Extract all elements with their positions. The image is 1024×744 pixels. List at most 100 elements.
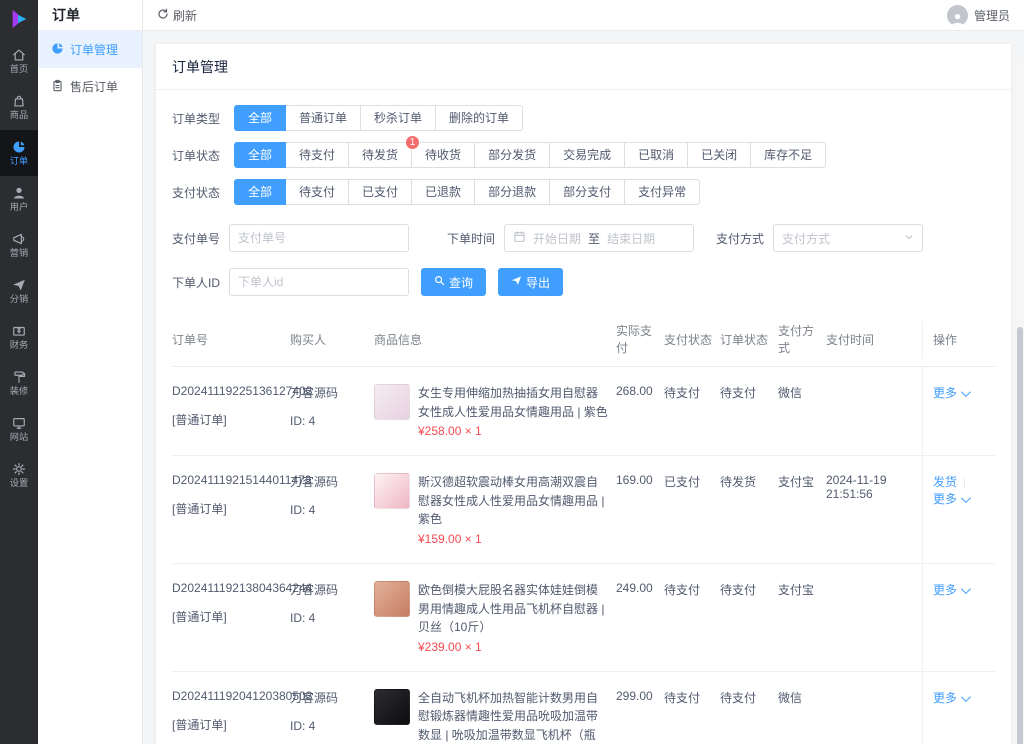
pay-time <box>826 367 922 455</box>
action-更多-link[interactable]: 更多 <box>933 583 971 597</box>
filter-option-部分退款[interactable]: 部分退款 <box>474 179 551 205</box>
app-logo[interactable] <box>0 0 38 38</box>
filter-option-已取消[interactable]: 已取消 <box>624 142 689 168</box>
filter-option-全部[interactable]: 全部 <box>234 179 287 205</box>
filter-section: 订单类型 全部 普通订单 秒杀订单 删除的订单 订单状态 全部 待支付 待发货 1 待收货 部分发货交… <box>156 90 1011 218</box>
sidebar-item-用户[interactable]: 用户 <box>0 176 38 222</box>
sidebar-item-首页[interactable]: 首页 <box>0 38 38 84</box>
filter-option-待收货[interactable]: 待收货 <box>411 142 476 168</box>
filter-option-已支付[interactable]: 已支付 <box>348 179 413 205</box>
action-发货-link[interactable]: 发货 <box>933 475 957 489</box>
home-icon <box>12 48 26 62</box>
order-type-tag: [普通订单] <box>172 413 227 427</box>
filter-option-已关闭[interactable]: 已关闭 <box>687 142 752 168</box>
chevron-down-icon <box>960 493 971 504</box>
filter-label: 订单类型 <box>172 111 221 126</box>
sidebar-item-网站[interactable]: 网站 <box>0 406 38 452</box>
filter-row: 订单类型 全部 普通订单 秒杀订单 删除的订单 <box>172 105 995 131</box>
filter-row: 订单状态 全部 待支付 待发货 1 待收货 部分发货 交易完成 已取消 已关闭 库存不足 <box>172 135 995 168</box>
submenu-item-订单管理[interactable]: 订单管理 <box>38 31 142 68</box>
filter-option-已退款[interactable]: 已退款 <box>411 179 476 205</box>
order-type-tag: [普通订单] <box>172 609 227 624</box>
row-actions: 更多 <box>922 563 995 671</box>
filter-option-部分发货[interactable]: 部分发货 <box>474 142 551 168</box>
scrollbar-thumb[interactable] <box>1017 327 1023 744</box>
sidebar-item-label: 用户 <box>9 201 29 213</box>
sidebar-item-label: 营销 <box>9 247 29 259</box>
order-manage-card: 订单管理 订单类型 全部 普通订单 秒杀订单 删除的订单 订单状态 全部 待支付 待发货 1 待收货… <box>155 43 1012 744</box>
pay-method: 微信 <box>778 386 803 400</box>
export-button[interactable]: 导出 <box>498 268 564 296</box>
search-row-2: 下单人ID 查询 <box>172 268 995 296</box>
pay-method-select[interactable]: 支付方式 <box>773 224 924 252</box>
sidebar-item-label: 财务 <box>9 339 29 351</box>
product-info: 女生专用伸缩加热抽插女用自慰器女性成人性爱用品女情趣用品 | 紫色 ¥258.00… <box>374 384 608 438</box>
product-price-qty: ¥258.00 × 1 <box>418 424 482 439</box>
submenu-item-售后订单[interactable]: 售后订单 <box>38 68 142 105</box>
logo-icon <box>12 9 27 29</box>
product-title: 欧色倒模大屁股名器实体娃娃倒模男用情趣成人性用品飞机杯自慰器 | 贝丝（10斤） <box>418 582 605 635</box>
pay-no-input[interactable] <box>229 224 410 252</box>
filter-option-秒杀订单[interactable]: 秒杀订单 <box>360 105 437 131</box>
sidebar-item-label: 商品 <box>9 109 29 121</box>
order-time-range-picker[interactable]: 开始日期 至 结束日期 <box>504 224 695 252</box>
product-title: 全自动飞机杯加热智能计数男用自慰锻炼器情趣性爱用品吮吸加温带数显 | 吮吸加温带… <box>418 690 599 742</box>
buyer-name: 刀客源码 <box>290 582 339 597</box>
filter-option-全部[interactable]: 全部 <box>234 142 287 168</box>
column-header-商品信息: 商品信息 <box>374 332 423 347</box>
goods-icon <box>12 94 26 108</box>
window-scrollbar[interactable] <box>1016 62 1024 744</box>
action-更多-link[interactable]: 更多 <box>933 691 971 705</box>
order-no: D20241119215144011473 <box>172 473 312 488</box>
query-button[interactable]: 查询 <box>421 268 487 296</box>
aftersale-icon <box>51 79 64 95</box>
filter-option-删除的订单[interactable]: 删除的订单 <box>435 105 524 131</box>
filter-option-库存不足[interactable]: 库存不足 <box>750 142 827 168</box>
sidebar-item-label: 网站 <box>9 431 29 443</box>
search-icon <box>434 275 445 289</box>
buyer-id: ID: 4 <box>290 503 316 518</box>
pay-time: 2024-11-19 21:51:56 <box>826 473 887 502</box>
buyer-id: ID: 4 <box>290 414 316 428</box>
column-header-操作: 操作 <box>922 320 995 358</box>
filter-option-待支付[interactable]: 待支付 <box>285 142 350 168</box>
filter-option-普通订单[interactable]: 普通订单 <box>285 105 362 131</box>
actual-pay: 299.00 <box>616 688 653 703</box>
product-title: 斯汉德超软震动棒女用高潮双震自慰器女性成人性爱用品女情趣用品 | 紫色 <box>418 475 605 527</box>
refresh-icon <box>157 8 169 23</box>
order-row: D20241119225136127403 [普通订单] 刀客源码 ID: 4 女生专用… <box>172 367 995 457</box>
sidebar-item-商品[interactable]: 商品 <box>0 84 38 130</box>
product-thumbnail <box>374 473 410 510</box>
filter-option-支付异常[interactable]: 支付异常 <box>624 179 701 205</box>
filter-row: 支付状态 全部 待支付 已支付 已退款 部分退款 部分支付 支付异常 <box>172 179 995 205</box>
chevron-down-icon <box>904 231 914 245</box>
sidebar-item-订单[interactable]: 订单 <box>0 130 38 176</box>
sidebar-item-设置[interactable]: 设置 <box>0 452 38 498</box>
sidebar-item-分销[interactable]: 分销 <box>0 268 38 314</box>
column-header-订单号: 订单号 <box>172 332 209 347</box>
action-更多-link[interactable]: 更多 <box>933 386 971 400</box>
order-status: 待支付 <box>720 690 757 705</box>
sidebar-item-财务[interactable]: 财务 <box>0 314 38 360</box>
buyer-id-label: 下单人ID <box>172 275 221 290</box>
action-更多-link[interactable]: 更多 <box>933 492 971 506</box>
buyer-id-input[interactable] <box>229 268 410 296</box>
website-icon <box>12 416 26 430</box>
filter-option-交易完成[interactable]: 交易完成 <box>549 142 626 168</box>
filter-button-group: 全部 普通订单 秒杀订单 删除的订单 <box>234 105 524 131</box>
pay-status: 待支付 <box>664 690 701 705</box>
export-label: 导出 <box>526 275 551 290</box>
filter-option-待支付[interactable]: 待支付 <box>285 179 350 205</box>
column-header-实际支付: 实际支付 <box>616 324 653 355</box>
pay-no-label: 支付单号 <box>172 231 221 246</box>
product-info: 全自动飞机杯加热智能计数男用自慰锻炼器情趣性爱用品吮吸加温带数显 | 吮吸加温带… <box>374 688 608 744</box>
sidebar-item-装修[interactable]: 装修 <box>0 360 38 406</box>
count-badge: 1 <box>405 135 421 150</box>
admin-menu[interactable]: 管理员 <box>946 4 1010 26</box>
refresh-button[interactable]: 刷新 <box>157 7 197 24</box>
sidebar-item-营销[interactable]: 营销 <box>0 222 38 268</box>
order-status: 待支付 <box>720 386 757 400</box>
filter-option-待发货[interactable]: 待发货 1 <box>348 135 421 168</box>
filter-option-全部[interactable]: 全部 <box>234 105 287 131</box>
filter-option-部分支付[interactable]: 部分支付 <box>549 179 626 205</box>
